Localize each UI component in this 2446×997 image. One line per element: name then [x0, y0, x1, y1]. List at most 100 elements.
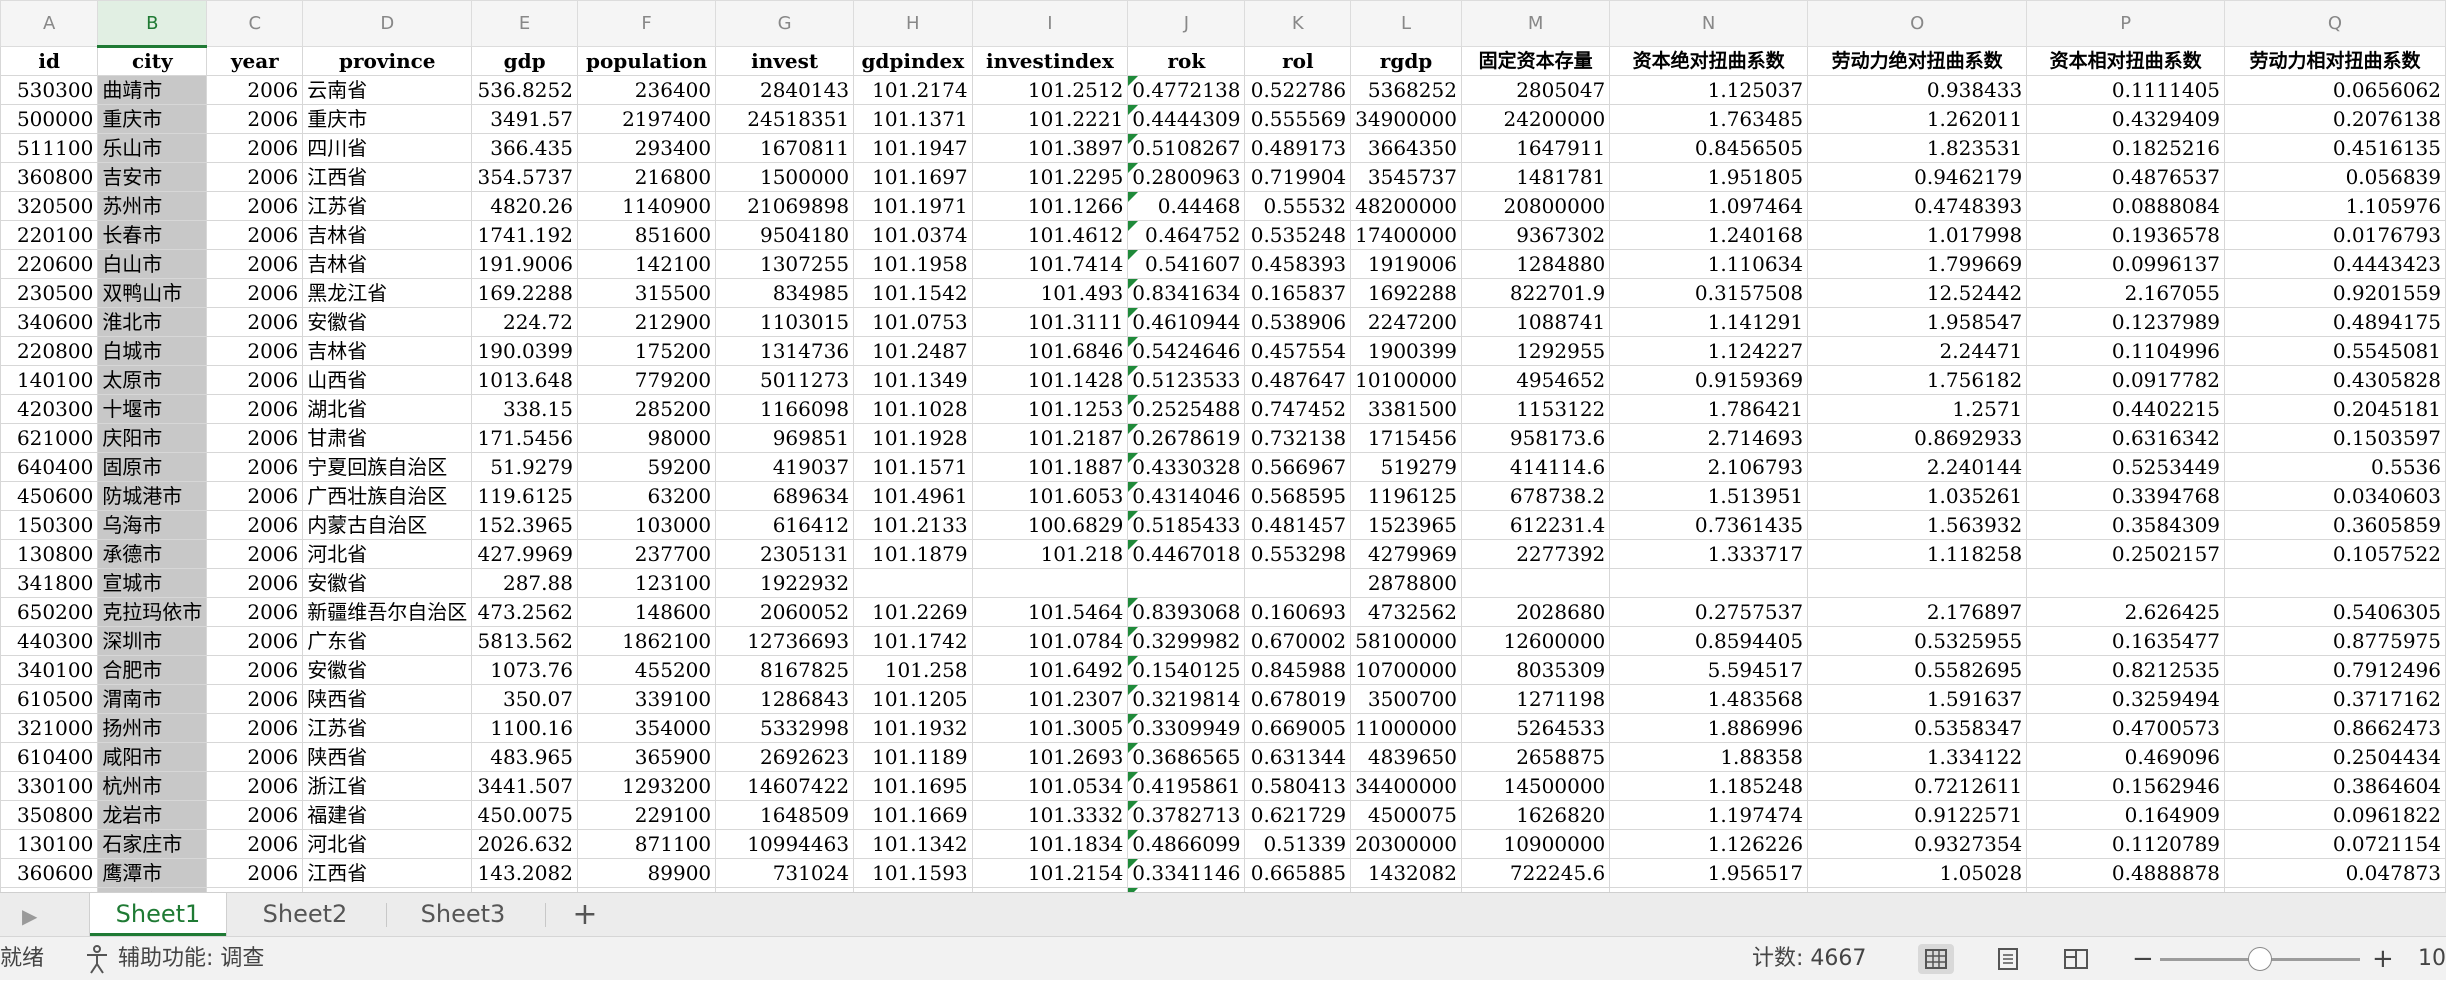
table-cell[interactable]: 212900	[576, 307, 717, 337]
table-cell[interactable]	[1807, 568, 2028, 598]
tab-sheet3[interactable]: Sheet3	[398, 893, 528, 936]
table-cell[interactable]: 1.097464	[1609, 191, 1809, 221]
table-cell[interactable]: 0.621729	[1244, 800, 1352, 830]
table-cell[interactable]: 0.4330328	[1127, 452, 1246, 482]
table-cell[interactable]: 340600	[0, 307, 99, 337]
table-cell[interactable]: 2692623	[715, 742, 855, 772]
table-cell[interactable]: 0.8594405	[1609, 626, 1809, 656]
table-cell[interactable]: 287.88	[471, 568, 578, 598]
table-cell[interactable]: 2006	[206, 452, 304, 482]
table-cell[interactable]: 0.5582695	[1807, 655, 2028, 685]
table-cell[interactable]: 63200	[576, 481, 717, 511]
table-cell[interactable]: 2006	[206, 104, 304, 134]
table-cell[interactable]: 58100000	[1350, 626, 1462, 656]
column-letter[interactable]: C	[206, 0, 304, 47]
table-cell[interactable]: 1.886996	[1609, 713, 1809, 743]
table-cell[interactable]: 851600	[576, 220, 717, 250]
table-cell[interactable]: 12736693	[715, 626, 855, 656]
table-cell[interactable]: 0.938433	[1807, 75, 2028, 105]
table-cell[interactable]: 450.0075	[471, 800, 578, 830]
table-cell[interactable]: 1103015	[715, 307, 855, 337]
table-cell[interactable]: 0.0340603	[2224, 481, 2446, 511]
table-cell[interactable]: 1.958547	[1807, 307, 2028, 337]
table-cell[interactable]: 湖北省	[302, 394, 473, 424]
table-cell[interactable]: 1.035261	[1807, 481, 2028, 511]
table-cell[interactable]: 224.72	[471, 307, 578, 337]
table-cell[interactable]: 2006	[206, 771, 304, 801]
table-cell[interactable]: 11000000	[1350, 713, 1462, 743]
tab-sheet2[interactable]: Sheet2	[240, 893, 370, 936]
table-cell[interactable]: 59200	[576, 452, 717, 482]
field-header-cell[interactable]: year	[206, 46, 304, 76]
table-cell[interactable]: 2060052	[715, 597, 855, 627]
table-cell[interactable]: 191.9006	[471, 249, 578, 279]
column-letter[interactable]: J	[1127, 0, 1246, 47]
accessibility-icon[interactable]	[82, 937, 112, 981]
table-cell[interactable]: 白城市	[97, 336, 208, 366]
table-cell[interactable]: 2006	[206, 394, 304, 424]
table-cell[interactable]: 1013.648	[471, 365, 578, 395]
table-cell[interactable]: 1692288	[1350, 278, 1462, 308]
table-cell[interactable]: 0.160693	[1244, 597, 1352, 627]
table-cell[interactable]: 171.5456	[471, 423, 578, 453]
table-cell[interactable]: 0.3717162	[2224, 684, 2446, 714]
table-cell[interactable]: 2006	[206, 568, 304, 598]
table-cell[interactable]: 101.5464	[971, 597, 1129, 627]
field-header-cell[interactable]: province	[302, 46, 473, 76]
table-cell[interactable]: 101.2693	[971, 742, 1129, 772]
table-cell[interactable]: 10994463	[715, 829, 855, 859]
table-cell[interactable]: 广东省	[302, 626, 473, 656]
table-cell[interactable]	[853, 568, 973, 598]
table-cell[interactable]: 101.0753	[853, 307, 973, 337]
table-cell[interactable]: 2026.632	[471, 829, 578, 859]
table-cell[interactable]: 1314736	[715, 336, 855, 366]
table-cell[interactable]: 2006	[206, 365, 304, 395]
table-cell[interactable]: 3381500	[1350, 394, 1462, 424]
table-cell[interactable]: 1.799669	[1807, 249, 2028, 279]
table-cell[interactable]: 2006	[206, 713, 304, 743]
column-letter[interactable]: F	[576, 0, 717, 47]
field-header-cell[interactable]: 资本相对扭曲系数	[2026, 46, 2226, 76]
table-cell[interactable]: 2.24471	[1807, 336, 2028, 366]
table-cell[interactable]: 958173.6	[1460, 423, 1611, 453]
table-cell[interactable]: 石家庄市	[97, 829, 208, 859]
table-cell[interactable]: 1.756182	[1807, 365, 2028, 395]
table-cell[interactable]: 十堰市	[97, 394, 208, 424]
table-cell[interactable]	[971, 568, 1129, 598]
table-cell[interactable]: 1523965	[1350, 510, 1462, 540]
table-cell[interactable]: 10100000	[1350, 365, 1462, 395]
table-cell[interactable]: 2006	[206, 75, 304, 105]
table-cell[interactable]: 0.7212611	[1807, 771, 2028, 801]
table-cell[interactable]: 9504180	[715, 220, 855, 250]
table-cell[interactable]: 2006	[206, 249, 304, 279]
table-cell[interactable]: 1293200	[576, 771, 717, 801]
table-cell[interactable]: 2.626425	[2026, 597, 2226, 627]
table-cell[interactable]: 101.3111	[971, 307, 1129, 337]
table-cell[interactable]: 0.5406305	[2224, 597, 2446, 627]
table-cell[interactable]: 14607422	[715, 771, 855, 801]
table-cell[interactable]: 101.1028	[853, 394, 973, 424]
table-cell[interactable]: 101.1349	[853, 365, 973, 395]
table-cell[interactable]: 2006	[206, 655, 304, 685]
table-cell[interactable]: 101.1887	[971, 452, 1129, 482]
table-cell[interactable]: 536.8252	[471, 75, 578, 105]
table-cell[interactable]: 101.0374	[853, 220, 973, 250]
table-cell[interactable]: 101.1542	[853, 278, 973, 308]
table-cell[interactable]: 白山市	[97, 249, 208, 279]
table-cell[interactable]	[1127, 568, 1246, 598]
table-cell[interactable]: 0.568595	[1244, 481, 1352, 511]
table-cell[interactable]: 河北省	[302, 539, 473, 569]
table-cell[interactable]: 731024	[715, 858, 855, 888]
table-cell[interactable]: 0.8775975	[2224, 626, 2446, 656]
table-cell[interactable]: 吉林省	[302, 336, 473, 366]
table-cell[interactable]: 101.3332	[971, 800, 1129, 830]
table-cell[interactable]: 354000	[576, 713, 717, 743]
table-cell[interactable]: 142100	[576, 249, 717, 279]
table-cell[interactable]: 9367302	[1460, 220, 1611, 250]
table-cell[interactable]: 101.2307	[971, 684, 1129, 714]
table-cell[interactable]: 101.1742	[853, 626, 973, 656]
table-cell[interactable]: 乌海市	[97, 510, 208, 540]
table-cell[interactable]: 1292955	[1460, 336, 1611, 366]
table-cell[interactable]: 822701.9	[1460, 278, 1611, 308]
table-cell[interactable]: 0.4610944	[1127, 307, 1246, 337]
